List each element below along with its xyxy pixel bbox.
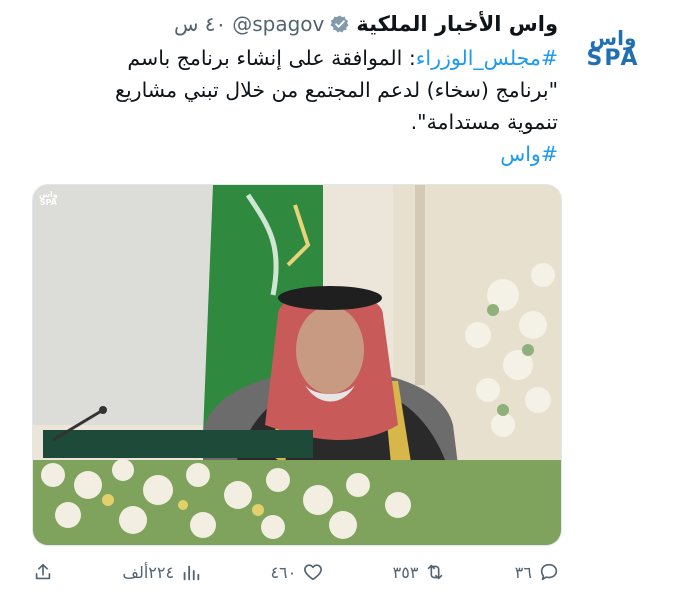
share-button[interactable] — [32, 561, 54, 583]
tweet-actions: ٣٦ ٣٥٣ ٤٦٠ ٢٢٤ألف — [32, 556, 560, 588]
account-avatar[interactable]: واس SPA — [584, 24, 642, 74]
like-count: ٤٦٠ — [270, 562, 297, 582]
retweet-icon — [428, 564, 443, 580]
tweet: واس SPA واس الأخبار الملكية @spagov ٤٠ س… — [0, 0, 680, 616]
tweet-line-2: "برنامج (سخاء) لدعم المجتمع من خلال تبني… — [115, 78, 558, 102]
tweet-line-1: #مجلس_الوزراء: الموافقة على إنشاء برنامج… — [38, 42, 558, 74]
photo-watermark: واس SPA — [39, 191, 58, 207]
heart-icon — [304, 564, 323, 581]
avatar-logo-arabic: واس — [589, 26, 637, 50]
avatar-logo-latin: SPA — [586, 46, 640, 71]
reply-icon — [540, 563, 558, 581]
retweet-count: ٣٥٣ — [392, 562, 419, 582]
photo-illustration — [33, 185, 561, 545]
hashtag-spa[interactable]: #واس — [500, 142, 558, 166]
account-handle[interactable]: @spagov — [232, 12, 324, 36]
retweet-button[interactable]: ٣٥٣ — [393, 561, 447, 583]
views-chart-icon — [183, 565, 200, 581]
tweet-line-3: تنموية مستدامة". — [410, 110, 558, 134]
reply-button[interactable]: ٣٦ — [515, 561, 560, 583]
watermark-latin: SPA — [39, 198, 57, 207]
tweet-line-4: #واس — [38, 138, 558, 170]
tweet-text: #مجلس_الوزراء: الموافقة على إنشاء برنامج… — [38, 42, 558, 170]
tweet-photo[interactable]: واس SPA — [32, 184, 562, 546]
hashtag-cabinet[interactable]: #مجلس_الوزراء — [416, 46, 558, 70]
tweet-header: واس الأخبار الملكية @spagov ٤٠ س — [174, 10, 558, 38]
tweet-line-1-text: : الموافقة على إنشاء برنامج باسم — [127, 46, 416, 70]
views-count: ٢٢٤ألف — [122, 562, 175, 582]
reply-count: ٣٦ — [514, 562, 532, 582]
views-button[interactable]: ٢٢٤ألف — [122, 561, 202, 583]
share-icon — [35, 563, 51, 580]
display-name[interactable]: واس الأخبار الملكية — [356, 12, 558, 36]
tweet-time[interactable]: ٤٠ س — [174, 12, 226, 36]
verified-icon — [330, 15, 349, 33]
like-button[interactable]: ٤٦٠ — [270, 561, 324, 583]
